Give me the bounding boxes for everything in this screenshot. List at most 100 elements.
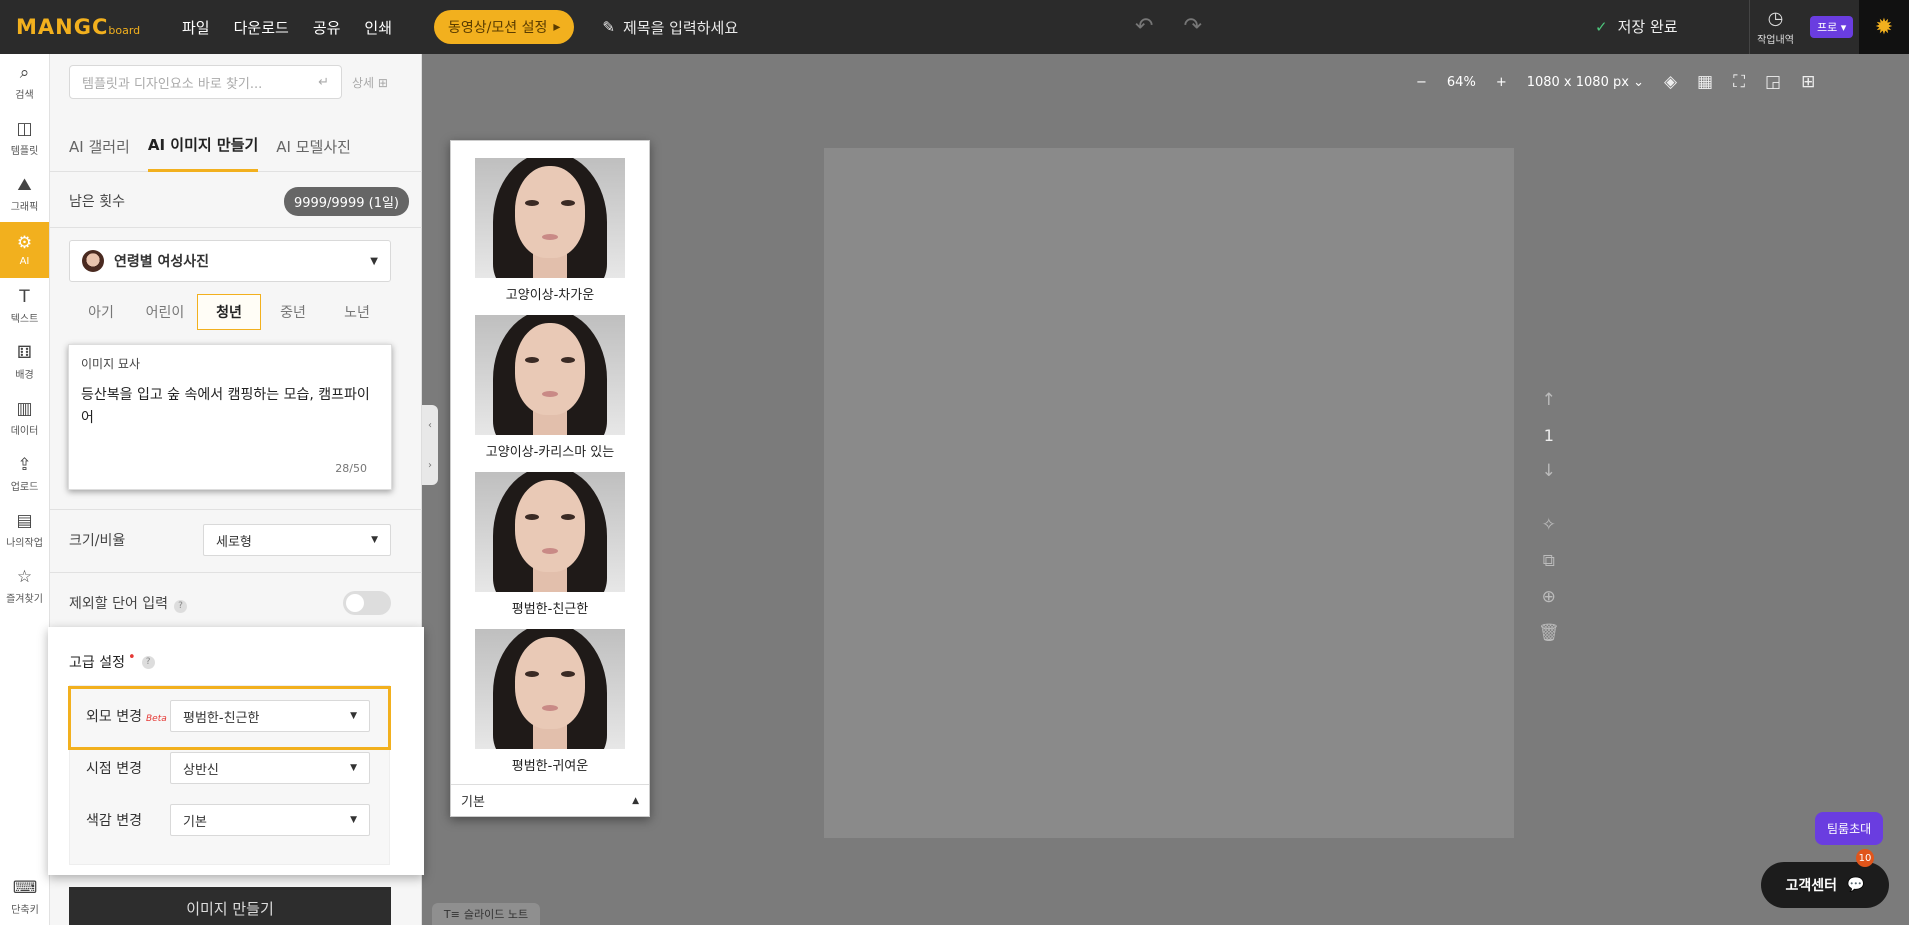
menu-download[interactable]: 다운로드 <box>222 17 301 38</box>
divider <box>50 572 422 573</box>
duplicate-icon[interactable]: ⧉ <box>1543 551 1555 571</box>
pro-badge[interactable]: 프로 ▾ <box>1810 16 1854 38</box>
age-baby[interactable]: 아기 <box>69 294 133 330</box>
play-icon: ▸ <box>553 19 561 35</box>
search-icon: ⌕ <box>19 63 30 83</box>
menu-print[interactable]: 인쇄 <box>352 17 404 38</box>
layers-icon[interactable]: ◈ <box>1664 72 1677 92</box>
viewpoint-select[interactable]: 상반신 ▼ <box>170 752 370 784</box>
keyboard-icon: ⌨ <box>12 878 38 898</box>
page-down-icon[interactable]: ↓ <box>1542 461 1556 481</box>
slide-note-tab[interactable]: T≡ 슬라이드 노트 <box>432 903 540 925</box>
rail-template[interactable]: ◫ 템플릿 <box>0 110 49 166</box>
zoom-level[interactable]: 64% <box>1447 75 1476 90</box>
team-invite-button[interactable]: 팀룸초대 <box>1815 812 1884 845</box>
tab-ai-image-create[interactable]: AI 이미지 만들기 <box>147 120 259 172</box>
graphic-icon: ⛰ <box>17 175 32 195</box>
layout-icon[interactable]: ⊞ <box>1801 72 1815 92</box>
size-ratio-row: 크기/비율 세로형 ▼ <box>69 524 409 556</box>
age-middle[interactable]: 중년 <box>261 294 325 330</box>
search-row: 템플릿과 디자인요소 바로 찾기... ↵ 상세 ⊞ <box>69 65 388 99</box>
rail-graphic[interactable]: ⛰ 그래픽 <box>0 166 49 222</box>
notification-badge: 10 <box>1856 849 1874 867</box>
face-thumbnail <box>475 158 625 278</box>
ruler-icon[interactable]: ◲ <box>1765 72 1781 92</box>
page-up-icon[interactable]: ↑ <box>1542 390 1556 410</box>
exclude-words-toggle[interactable] <box>343 591 391 615</box>
age-senior[interactable]: 노년 <box>325 294 389 330</box>
rail-favorites[interactable]: ☆ 즐겨찾기 <box>0 558 49 614</box>
tab-ai-gallery[interactable]: AI 갤러리 <box>69 120 130 172</box>
panel-collapse-handle[interactable]: ‹ › <box>422 405 438 485</box>
left-rail: ⌕ 검색 ◫ 템플릿 ⛰ 그래픽 ⚙ AI T 텍스트 ⚅ 배경 ▥ 데이터 ⇪ 업로드 ▤ 나의… <box>0 54 50 925</box>
undo-redo: ↶ ↷ <box>1135 14 1202 39</box>
rail-background[interactable]: ⚅ 배경 <box>0 334 49 390</box>
magic-icon[interactable]: ✧ <box>1542 515 1556 535</box>
undo-icon[interactable]: ↶ <box>1135 14 1153 39</box>
redo-icon[interactable]: ↷ <box>1183 14 1201 39</box>
remaining-badge: 9999/9999 (1일) <box>283 186 409 216</box>
rail-search[interactable]: ⌕ 검색 <box>0 54 49 110</box>
main-menu: 파일 다운로드 공유 인쇄 <box>170 17 404 38</box>
category-select[interactable]: 연령별 여성사진 ▼ <box>69 240 391 282</box>
age-selector: 아기 어린이 청년 중년 노년 <box>69 294 389 330</box>
chat-icon: 💬 <box>1847 877 1865 893</box>
rail-text[interactable]: T 텍스트 <box>0 278 49 334</box>
appearance-option[interactable]: 평범한-귀여운 <box>475 629 625 774</box>
search-input[interactable]: 템플릿과 디자인요소 바로 찾기... ↵ <box>69 65 342 99</box>
size-ratio-select[interactable]: 세로형 ▼ <box>203 524 391 556</box>
title-input[interactable]: ✎ 제목을 입력하세요 <box>602 17 738 38</box>
image-description-input[interactable]: 이미지 묘사 등산복을 입고 숲 속에서 캠핑하는 모습, 캠프파이어 28/5… <box>68 344 392 490</box>
rail-data[interactable]: ▥ 데이터 <box>0 390 49 446</box>
help-icon[interactable]: ? <box>174 600 188 613</box>
color-tone-select[interactable]: 기본 ▼ <box>170 804 370 836</box>
trash-icon[interactable]: 🗑 <box>1538 623 1560 643</box>
motion-settings-button[interactable]: 동영상/모션 설정 ▸ <box>434 10 575 44</box>
viewpoint-row: 시점 변경 상반신 ▼ <box>70 752 391 784</box>
help-icon[interactable]: ? <box>141 655 155 669</box>
add-page-icon[interactable]: ⊕ <box>1542 587 1556 607</box>
appearance-option[interactable]: 평범한-친근한 <box>475 472 625 617</box>
rail-shortcuts[interactable]: ⌨ 단축키 <box>0 869 50 925</box>
template-icon: ◫ <box>16 119 33 139</box>
avatar <box>82 250 104 272</box>
artboard[interactable] <box>824 148 1514 838</box>
zoom-out-button[interactable]: − <box>1416 75 1427 90</box>
menu-share[interactable]: 공유 <box>301 17 353 38</box>
detail-search-link[interactable]: 상세 ⊞ <box>352 74 388 91</box>
appearance-option[interactable]: 고양이상-카리스마 있는 <box>475 315 625 460</box>
age-youth[interactable]: 청년 <box>197 294 261 330</box>
make-image-button[interactable]: 이미지 만들기 <box>69 887 391 925</box>
advanced-settings-popup: 고급 설정 • ? 외모 변경 Beta 평범한-친근한 ▼ 시점 변경 상반신 ▼… <box>48 627 424 875</box>
exclude-words-row: 제외할 단어 입력? <box>69 591 391 615</box>
appearance-list-footer[interactable]: 기본 ▲ <box>451 784 649 816</box>
caret-down-icon: ▼ <box>371 535 378 545</box>
appearance-option[interactable]: 고양이상-차가운 <box>475 158 625 303</box>
crop-icon[interactable]: ⛶ <box>1733 72 1745 92</box>
text-icon: T <box>19 287 30 307</box>
age-child[interactable]: 어린이 <box>133 294 197 330</box>
caret-down-icon: ▼ <box>350 711 357 721</box>
history-button[interactable]: ◷ 작업내역 <box>1749 0 1801 54</box>
rail-ai[interactable]: ⚙ AI <box>0 222 49 278</box>
caret-up-icon: ▲ <box>632 795 639 806</box>
menu-file[interactable]: 파일 <box>170 17 222 38</box>
rail-upload[interactable]: ⇪ 업로드 <box>0 446 49 502</box>
chevron-right-icon: › <box>428 459 432 471</box>
grid-icon[interactable]: ▦ <box>1697 72 1713 92</box>
logo[interactable]: MANGCboard <box>0 15 170 39</box>
caret-down-icon: ▼ <box>370 255 378 267</box>
rail-my-work[interactable]: ▤ 나의작업 <box>0 502 49 558</box>
tab-ai-model-photo[interactable]: AI 모델사진 <box>276 120 351 172</box>
settings-button[interactable]: ✹ <box>1859 0 1909 54</box>
appearance-select[interactable]: 평범한-친근한 ▼ <box>170 700 370 732</box>
canvas-size-select[interactable]: 1080 x 1080 px ⌄ <box>1527 75 1644 90</box>
customer-center-button[interactable]: 고객센터 💬 <box>1761 862 1889 908</box>
advanced-settings-title: 고급 설정 • ? <box>69 650 155 672</box>
check-icon: ✓ <box>1595 17 1608 36</box>
zoom-in-button[interactable]: + <box>1496 75 1507 90</box>
advanced-settings-body: 외모 변경 Beta 평범한-친근한 ▼ 시점 변경 상반신 ▼ 색감 변경 기본… <box>69 685 390 865</box>
color-tone-row: 색감 변경 기본 ▼ <box>70 804 391 836</box>
face-thumbnail <box>475 472 625 592</box>
canvas-toolbar: − 64% + 1080 x 1080 px ⌄ ◈ ▦ ⛶ ◲ ⊞ <box>1416 72 1815 92</box>
